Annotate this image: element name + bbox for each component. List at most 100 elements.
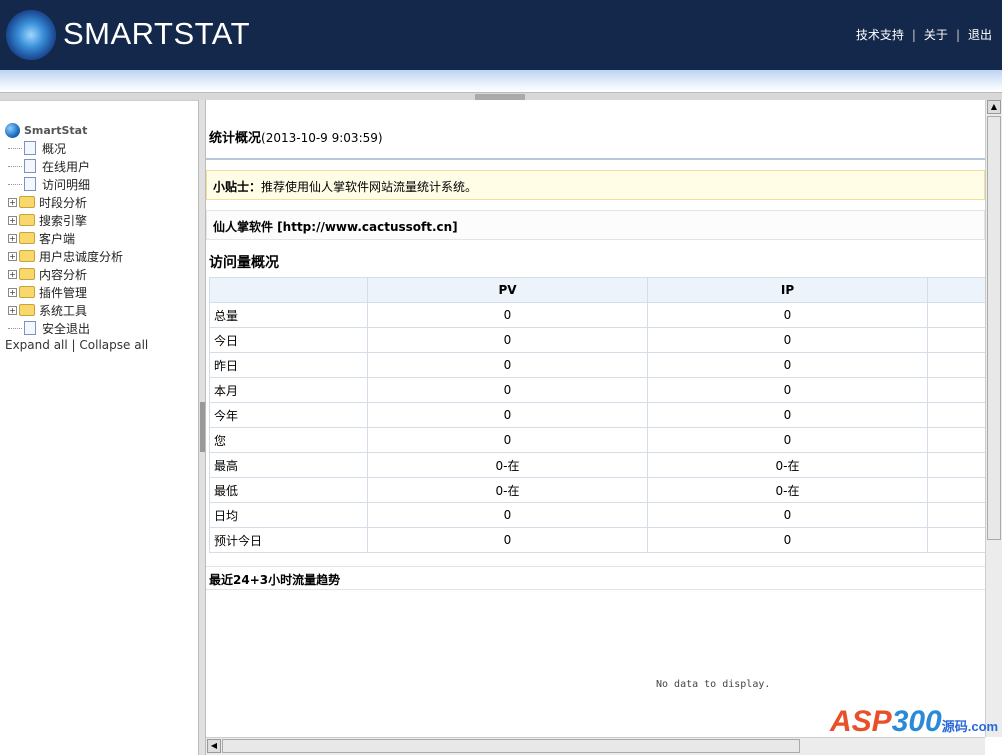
folder-icon — [19, 250, 35, 262]
empty-cell — [927, 402, 985, 428]
table-row: 最低 0-在 0-在 — [209, 477, 985, 503]
table-row: 日均 0 0 — [209, 502, 985, 528]
separator: | — [955, 28, 960, 42]
timestamp: (2013-10-9 9:03:59) — [261, 131, 383, 145]
row-label: 本月 — [209, 377, 368, 403]
visits-table: PV IP 总量 0 0 今日 0 0 昨日 0 0 本月 0 0 今年 0 0 您 0 0 最高 0-在 0-在 最低 0… — [209, 277, 985, 553]
tree-item[interactable]: 在线用户 — [5, 157, 123, 175]
folder-icon — [19, 304, 35, 316]
vertical-splitter[interactable] — [198, 100, 206, 755]
globe-icon — [5, 122, 20, 138]
divider — [206, 158, 985, 160]
empty-cell — [927, 352, 985, 378]
pv-cell: 0 — [367, 327, 648, 353]
scroll-up-icon[interactable]: ▲ — [987, 100, 1001, 114]
ip-cell: 0 — [647, 527, 928, 553]
expand-icon[interactable]: + — [8, 215, 17, 225]
expand-all-link[interactable]: Expand all — [5, 338, 68, 352]
no-data-message: No data to display. — [656, 679, 771, 690]
tree-item[interactable]: + 内容分析 — [5, 265, 123, 283]
ip-cell: 0-在 — [647, 452, 928, 478]
page-icon — [24, 141, 36, 155]
page-icon — [24, 177, 36, 191]
expand-icon[interactable]: + — [8, 251, 17, 261]
expand-icon[interactable]: + — [8, 305, 17, 315]
about-link[interactable]: 关于 — [924, 28, 948, 42]
tree-item-label: 概况 — [42, 141, 67, 156]
tree-item[interactable]: 概况 — [5, 139, 123, 157]
tree-item[interactable]: + 搜索引擎 — [5, 211, 123, 229]
folder-icon — [19, 196, 35, 208]
tree-item[interactable]: 安全退出 — [5, 319, 123, 337]
tree-item[interactable]: + 插件管理 — [5, 283, 123, 301]
visits-title: 访问量概况 — [209, 255, 279, 271]
col-header-extra — [927, 277, 985, 303]
sidebar: SmartStat 概况 在线用户 访问明细 + 时段分析 + 搜索引擎 + 客户端 + 用户忠诚度… — [0, 100, 198, 755]
table-row: 您00 — [209, 427, 985, 453]
tree-item[interactable]: + 时段分析 — [5, 193, 123, 211]
table-row: 昨日 0 0 — [209, 352, 985, 378]
pv-cell: 0 — [367, 527, 648, 553]
tree-item-label: 安全退出 — [42, 321, 91, 336]
splitter-grip[interactable] — [200, 402, 205, 452]
expand-collapse: Expand all | Collapse all — [5, 338, 148, 352]
row-label: 日均 — [209, 502, 368, 528]
horizontal-scrollbar[interactable]: ◀ — [206, 737, 985, 755]
ip-cell: 0 — [647, 302, 928, 328]
pv-cell: 0 — [367, 352, 648, 378]
folder-icon — [19, 286, 35, 298]
col-header-pv: PV — [367, 277, 648, 303]
page-icon — [24, 321, 36, 335]
logout-link[interactable]: 退出 — [968, 28, 992, 42]
col-header-ip: IP — [647, 277, 928, 303]
folder-icon — [19, 268, 35, 280]
ip-cell: 0 — [647, 502, 928, 528]
tip-label: 小贴士： — [213, 180, 262, 194]
pv-cell: 0 — [367, 502, 648, 528]
expand-icon[interactable]: + — [8, 233, 17, 243]
empty-cell — [927, 302, 985, 328]
vertical-scrollbar[interactable]: ▲ — [985, 100, 1002, 737]
scroll-thumb[interactable] — [987, 116, 1001, 540]
folder-icon — [19, 232, 35, 244]
folder-icon — [19, 214, 35, 226]
row-label: 总量 — [209, 302, 368, 328]
collapse-all-link[interactable]: Collapse all — [79, 338, 148, 352]
top-splitter[interactable] — [0, 92, 1002, 100]
support-link[interactable]: 技术支持 — [856, 28, 904, 42]
tree-item[interactable]: + 客户端 — [5, 229, 123, 247]
ip-cell: 0 — [647, 377, 928, 403]
empty-cell — [927, 427, 985, 453]
empty-cell — [927, 377, 985, 403]
tree-item[interactable]: + 用户忠诚度分析 — [5, 247, 123, 265]
row-label: 昨日 — [209, 352, 368, 378]
title-text: 统计概况 — [209, 131, 262, 146]
tip-text: 推荐使用仙人掌软件网站流量统计系统。 — [261, 180, 478, 194]
empty-cell — [927, 502, 985, 528]
tree-item-label: 访问明细 — [42, 177, 91, 192]
expand-icon[interactable]: + — [8, 197, 17, 207]
tip-box: 小贴士：推荐使用仙人掌软件网站流量统计系统。 — [206, 170, 985, 200]
expand-icon[interactable]: + — [8, 287, 17, 297]
top-links: 技术支持 | 关于 | 退出 — [856, 26, 992, 43]
tree-item-label: 插件管理 — [39, 285, 88, 300]
scroll-thumb[interactable] — [222, 739, 800, 753]
scroll-left-icon[interactable]: ◀ — [207, 739, 221, 753]
expand-icon[interactable]: + — [8, 269, 17, 279]
pv-cell: 0 — [367, 402, 648, 428]
col-header-label — [209, 277, 368, 303]
tree-root[interactable]: SmartStat — [5, 121, 123, 139]
empty-cell — [927, 527, 985, 553]
page-icon — [24, 159, 36, 173]
tree-item[interactable]: 访问明细 — [5, 175, 123, 193]
table-row: 最高 0-在 0-在 — [209, 452, 985, 478]
logo-text: SMARTSTAT — [63, 16, 251, 51]
table-row: 总量 0 0 — [209, 302, 985, 328]
company-link[interactable]: 仙人掌软件 [http://www.cactussoft.cn] — [206, 210, 985, 240]
tree-item[interactable]: + 系统工具 — [5, 301, 123, 319]
pv-cell: 0 — [367, 377, 648, 403]
tree-item-label: 客户端 — [39, 231, 76, 246]
table-row: 今日 0 0 — [209, 327, 985, 353]
pv-cell: 0-在 — [367, 477, 648, 503]
table-row: 本月 0 0 — [209, 377, 985, 403]
